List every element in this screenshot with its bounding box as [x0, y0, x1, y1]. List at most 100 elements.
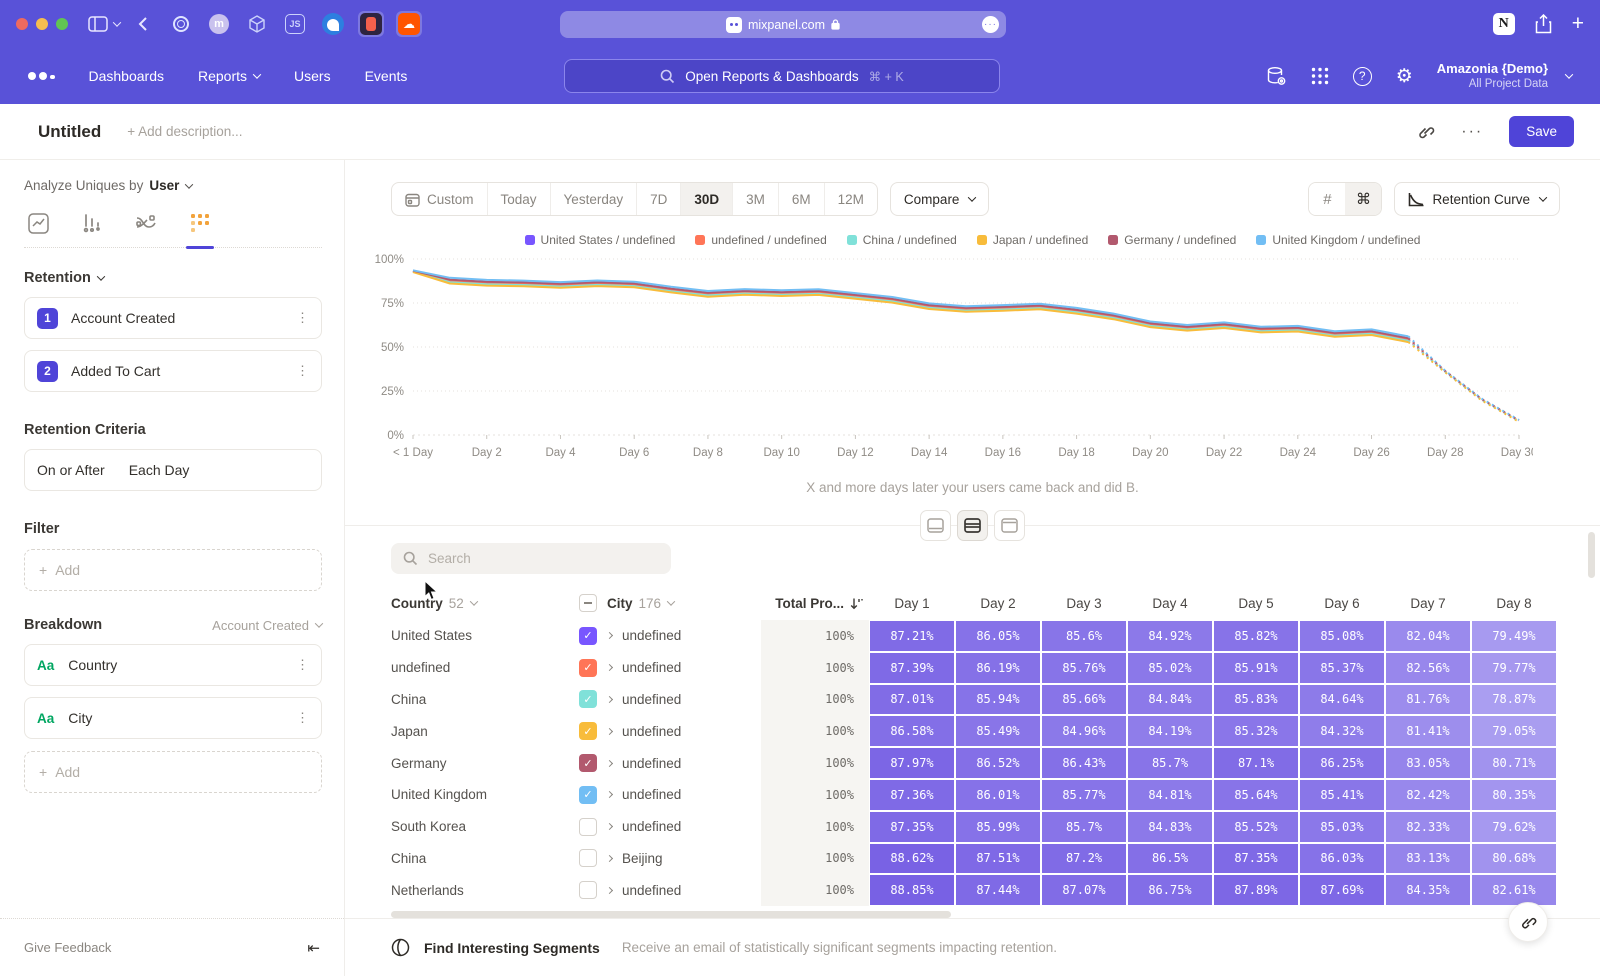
row-checkbox[interactable]: ✓ [579, 659, 597, 677]
analyze-uniques-row[interactable]: Analyze Uniques by User [24, 178, 322, 193]
global-search[interactable]: Open Reports & Dashboards ⌘ + K [564, 59, 1000, 93]
column-header-day-2[interactable]: Day 2 [955, 596, 1041, 611]
criteria-card[interactable]: On or After Each Day [24, 449, 322, 491]
breakdown-menu-icon[interactable]: ⋮ [296, 710, 309, 726]
breakdown-menu-icon[interactable]: ⋮ [296, 657, 309, 673]
settings-gear-icon[interactable]: ⚙ [1396, 65, 1413, 88]
cell-day-5[interactable]: 87.35% [1213, 843, 1299, 875]
player-tab-icon[interactable] [358, 11, 384, 37]
percentage-toggle[interactable]: ⌘ [1345, 183, 1381, 215]
cell-day-1[interactable]: 87.39% [869, 652, 955, 684]
segments-title[interactable]: Find Interesting Segments [424, 940, 600, 956]
cell-country[interactable]: Japan [391, 724, 579, 739]
compare-button[interactable]: Compare [890, 182, 990, 216]
page-options-icon[interactable]: ··· [982, 16, 999, 33]
range-yesterday[interactable]: Yesterday [550, 183, 637, 215]
nav-item-dashboards[interactable]: Dashboards [89, 68, 165, 84]
cell-day-8[interactable]: 80.71% [1471, 747, 1557, 779]
horizontal-scrollbar[interactable] [391, 911, 951, 918]
cell-day-8[interactable]: 78.87% [1471, 684, 1557, 716]
cell-day-7[interactable]: 82.42% [1385, 779, 1471, 811]
js-extension-icon[interactable]: JS [282, 11, 308, 37]
cell-day-5[interactable]: 87.1% [1213, 747, 1299, 779]
data-management-icon[interactable] [1266, 66, 1287, 87]
column-header-day-7[interactable]: Day 7 [1385, 596, 1471, 611]
cell-day-7[interactable]: 82.33% [1385, 811, 1471, 843]
tab-insights[interactable] [26, 211, 50, 235]
cell-day-4[interactable]: 86.75% [1127, 874, 1213, 906]
cell-day-3[interactable]: 85.6% [1041, 620, 1127, 652]
cell-day-2[interactable]: 86.19% [955, 652, 1041, 684]
cell-day-4[interactable]: 86.5% [1127, 843, 1213, 875]
back-icon[interactable] [138, 16, 148, 32]
give-feedback-link[interactable]: Give Feedback [24, 940, 111, 955]
browser-extension-icon[interactable] [320, 11, 346, 37]
address-bar[interactable]: mixpanel.com ··· [560, 11, 1006, 38]
nav-item-users[interactable]: Users [294, 68, 331, 84]
column-header-day-3[interactable]: Day 3 [1041, 596, 1127, 611]
expand-row-icon[interactable] [606, 664, 613, 671]
select-all-checkbox[interactable] [579, 594, 597, 612]
cell-day-1[interactable]: 87.97% [869, 747, 955, 779]
cell-day-6[interactable]: 84.32% [1299, 715, 1385, 747]
help-icon[interactable]: ? [1353, 67, 1372, 86]
add-filter-button[interactable]: + Add [24, 549, 322, 591]
cell-day-1[interactable]: 88.85% [869, 874, 955, 906]
project-switcher[interactable]: Amazonia {Demo} All Project Data [1437, 61, 1548, 92]
cell-day-2[interactable]: 85.94% [955, 684, 1041, 716]
cell-day-6[interactable]: 85.03% [1299, 811, 1385, 843]
cell-day-8[interactable]: 79.77% [1471, 652, 1557, 684]
step-card-2[interactable]: 2 Added To Cart ⋮ [24, 350, 322, 392]
cell-day-3[interactable]: 85.66% [1041, 684, 1127, 716]
expand-row-icon[interactable] [606, 632, 613, 639]
range-7d[interactable]: 7D [636, 183, 680, 215]
legend-item[interactable]: China / undefined [847, 233, 957, 247]
cell-day-8[interactable]: 79.05% [1471, 715, 1557, 747]
expand-row-icon[interactable] [606, 855, 613, 862]
cell-day-7[interactable]: 82.56% [1385, 652, 1471, 684]
cell-day-2[interactable]: 87.44% [955, 874, 1041, 906]
range-6m[interactable]: 6M [778, 183, 824, 215]
soundcloud-tab-icon[interactable]: ☁ [396, 11, 422, 37]
cell-day-1[interactable]: 88.62% [869, 843, 955, 875]
cell-day-6[interactable]: 86.25% [1299, 747, 1385, 779]
cell-country[interactable]: undefined [391, 660, 579, 675]
cell-day-7[interactable]: 84.35% [1385, 874, 1471, 906]
cell-day-7[interactable]: 82.04% [1385, 620, 1471, 652]
more-options-icon[interactable]: ··· [1461, 123, 1483, 141]
expand-row-icon[interactable] [606, 696, 613, 703]
legend-item[interactable]: undefined / undefined [695, 233, 826, 247]
retention-section-heading[interactable]: Retention [24, 270, 322, 286]
column-header-city[interactable]: City176 [579, 594, 761, 612]
breakdown-scope-select[interactable]: Account Created [212, 618, 322, 633]
step-menu-icon[interactable]: ⋮ [296, 363, 309, 379]
absolute-numbers-toggle[interactable]: # [1309, 183, 1345, 215]
window-controls[interactable] [16, 18, 68, 30]
breakdown-card-city[interactable]: Aa City ⋮ [24, 697, 322, 739]
cell-day-5[interactable]: 85.83% [1213, 684, 1299, 716]
step-menu-icon[interactable]: ⋮ [296, 310, 309, 326]
mixpanel-logo[interactable] [28, 72, 55, 80]
column-header-day-1[interactable]: Day 1 [869, 596, 955, 611]
column-header-day-8[interactable]: Day 8 [1471, 596, 1557, 611]
cell-day-1[interactable]: 87.01% [869, 684, 955, 716]
cell-day-3[interactable]: 85.7% [1041, 811, 1127, 843]
tab-retention[interactable] [188, 211, 212, 235]
cell-day-1[interactable]: 87.35% [869, 811, 955, 843]
zoom-window-button[interactable] [56, 18, 68, 30]
cell-day-3[interactable]: 87.07% [1041, 874, 1127, 906]
cell-day-6[interactable]: 85.37% [1299, 652, 1385, 684]
legend-item[interactable]: Germany / undefined [1108, 233, 1236, 247]
expand-row-icon[interactable] [606, 887, 613, 894]
tab-funnels[interactable] [80, 211, 104, 235]
cell-country[interactable]: China [391, 692, 579, 707]
apps-grid-icon[interactable] [1311, 67, 1329, 85]
cell-country[interactable]: China [391, 851, 579, 866]
sidebar-toggle-icon[interactable] [88, 16, 120, 32]
cell-day-8[interactable]: 79.62% [1471, 811, 1557, 843]
row-checkbox[interactable]: ✓ [579, 754, 597, 772]
expand-row-icon[interactable] [606, 791, 613, 798]
minimize-window-button[interactable] [36, 18, 48, 30]
cell-day-3[interactable]: 85.77% [1041, 779, 1127, 811]
column-header-country[interactable]: Country52 [391, 596, 579, 611]
